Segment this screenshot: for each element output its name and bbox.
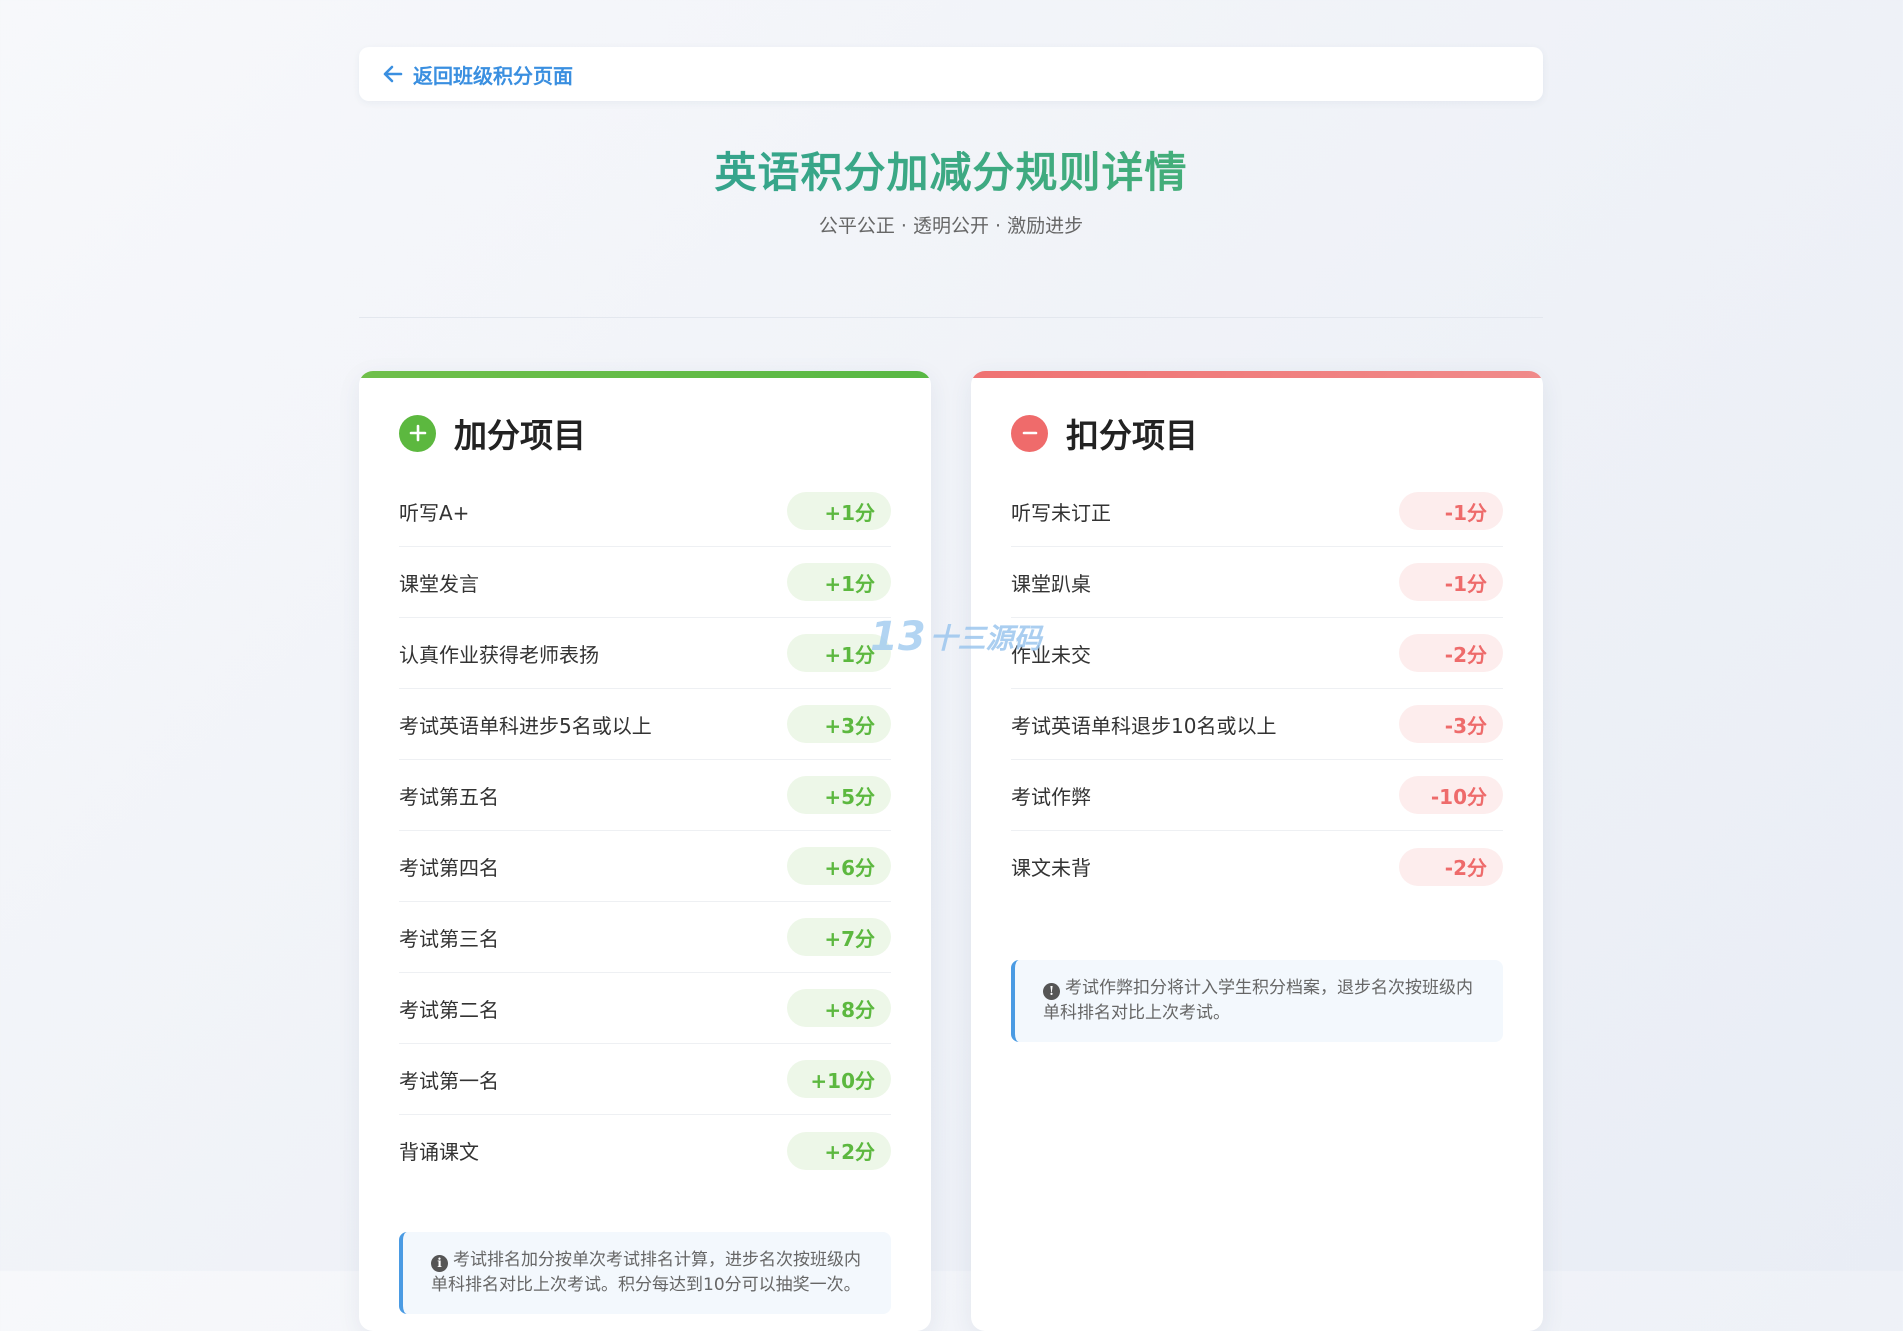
points-badge: +1分 xyxy=(787,563,891,601)
plus-rule-item: 考试第四名 +6分 xyxy=(399,831,891,902)
plus-rule-item: 听写A+ +1分 xyxy=(399,476,891,547)
page-header: 英语积分加减分规则详情 公平公正 · 透明公开 · 激励进步 xyxy=(359,101,1543,318)
plus-rules-note: i 考试排名加分按单次考试排名计算，进步名次按班级内单科排名对比上次考试。积分每达… xyxy=(399,1232,891,1314)
points-badge: -1分 xyxy=(1399,492,1503,530)
info-circle-icon: i xyxy=(431,1255,448,1272)
rule-name: 考试作弊 xyxy=(1011,784,1091,809)
minus-rule-item: 作业未交 -2分 xyxy=(1011,618,1503,689)
rule-name: 考试第五名 xyxy=(399,784,499,809)
points-badge: +6分 xyxy=(787,847,891,885)
page-subtitle: 公平公正 · 透明公开 · 激励进步 xyxy=(818,215,1084,237)
minus-card-topbar xyxy=(971,371,1543,378)
plus-rule-item: 考试英语单科进步5名或以上 +3分 xyxy=(399,689,891,760)
points-badge: +10分 xyxy=(787,1060,891,1098)
plus-note-text: 考试排名加分按单次考试排名计算，进步名次按班级内单科排名对比上次考试。积分每达到… xyxy=(431,1250,861,1295)
plus-rule-item: 背诵课文 +2分 xyxy=(399,1115,891,1186)
watermark: 13 十三源码 xyxy=(870,614,1042,660)
plus-card-topbar xyxy=(359,371,931,378)
minus-rules-note: ! 考试作弊扣分将计入学生积分档案，退步名次按班级内单科排名对比上次考试。 xyxy=(1011,960,1503,1042)
minus-note-text: 考试作弊扣分将计入学生积分档案，退步名次按班级内单科排名对比上次考试。 xyxy=(1043,978,1473,1023)
rule-name: 课堂发言 xyxy=(399,571,479,596)
plus-rules-card: 加分项目 听写A+ +1分 课堂发言 +1分 认真作业获得老师表扬 +1分 考试… xyxy=(359,371,931,1331)
points-badge: -2分 xyxy=(1399,847,1503,886)
info-circle-icon: ! xyxy=(1043,983,1060,1000)
minus-rule-item: 考试作弊 -10分 xyxy=(1011,760,1503,831)
points-badge: +3分 xyxy=(787,705,891,743)
plus-rule-item: 考试第三名 +7分 xyxy=(399,902,891,973)
back-bar: 返回班级积分页面 xyxy=(359,47,1543,101)
plus-rule-item: 课堂发言 +1分 xyxy=(399,547,891,618)
arrow-left-icon xyxy=(383,65,403,83)
minus-rule-item: 课文未背 -2分 xyxy=(1011,831,1503,902)
plus-rule-item: 考试第五名 +5分 xyxy=(399,760,891,831)
page-container: 返回班级积分页面 英语积分加减分规则详情 公平公正 · 透明公开 · 激励进步 … xyxy=(359,47,1543,1331)
points-badge: -1分 xyxy=(1399,563,1503,601)
rule-name: 课堂趴桌 xyxy=(1011,571,1091,596)
points-badge: +5分 xyxy=(787,776,891,814)
plus-circle-icon xyxy=(399,414,436,452)
minus-rule-item: 课堂趴桌 -1分 xyxy=(1011,547,1503,618)
rule-name: 课文未背 xyxy=(1011,856,1091,880)
plus-rule-item: 认真作业获得老师表扬 +1分 xyxy=(399,618,891,689)
plus-card-title: 加分项目 xyxy=(454,416,586,455)
points-badge: -2分 xyxy=(1399,634,1503,672)
rule-name: 听写A+ xyxy=(399,500,470,525)
page-title: 英语积分加减分规则详情 xyxy=(359,145,1543,201)
points-badge: -3分 xyxy=(1399,705,1503,743)
minus-rule-list: 听写未订正 -1分 课堂趴桌 -1分 作业未交 -2分 考试英语单科退步10名或… xyxy=(1011,476,1503,902)
rule-name: 考试第四名 xyxy=(399,855,499,880)
minus-rules-card: 扣分项目 听写未订正 -1分 课堂趴桌 -1分 作业未交 -2分 考试英语单科退… xyxy=(971,371,1543,1331)
rule-name: 认真作业获得老师表扬 xyxy=(399,642,599,667)
rule-name: 考试第一名 xyxy=(399,1068,499,1093)
watermark-logo: 13 xyxy=(870,614,926,660)
rule-cards: 加分项目 听写A+ +1分 课堂发言 +1分 认真作业获得老师表扬 +1分 考试… xyxy=(359,371,1543,1331)
plus-rule-item: 考试第二名 +8分 xyxy=(399,973,891,1044)
rule-name: 背诵课文 xyxy=(399,1140,479,1164)
minus-card-title: 扣分项目 xyxy=(1066,416,1198,455)
plus-card-header: 加分项目 xyxy=(399,410,891,456)
points-badge: +7分 xyxy=(787,918,891,956)
rule-name: 听写未订正 xyxy=(1011,500,1111,525)
points-badge: -10分 xyxy=(1399,776,1503,814)
rule-name: 考试第三名 xyxy=(399,926,499,951)
rule-name: 考试英语单科进步5名或以上 xyxy=(399,713,652,738)
rule-name: 考试英语单科退步10名或以上 xyxy=(1011,713,1277,738)
plus-rule-item: 考试第一名 +10分 xyxy=(399,1044,891,1115)
points-badge: +1分 xyxy=(787,492,891,530)
back-link-label: 返回班级积分页面 xyxy=(413,63,573,88)
minus-circle-icon xyxy=(1011,414,1048,452)
points-badge: +8分 xyxy=(787,989,891,1027)
minus-rule-item: 考试英语单科退步10名或以上 -3分 xyxy=(1011,689,1503,760)
plus-rule-list: 听写A+ +1分 课堂发言 +1分 认真作业获得老师表扬 +1分 考试英语单科进… xyxy=(399,476,891,1186)
minus-rule-item: 听写未订正 -1分 xyxy=(1011,476,1503,547)
points-badge: +2分 xyxy=(787,1131,891,1170)
back-to-class-points-link[interactable]: 返回班级积分页面 xyxy=(383,60,573,89)
watermark-text: 十三源码 xyxy=(929,622,1042,655)
minus-card-header: 扣分项目 xyxy=(1011,410,1503,456)
rule-name: 考试第二名 xyxy=(399,997,499,1022)
